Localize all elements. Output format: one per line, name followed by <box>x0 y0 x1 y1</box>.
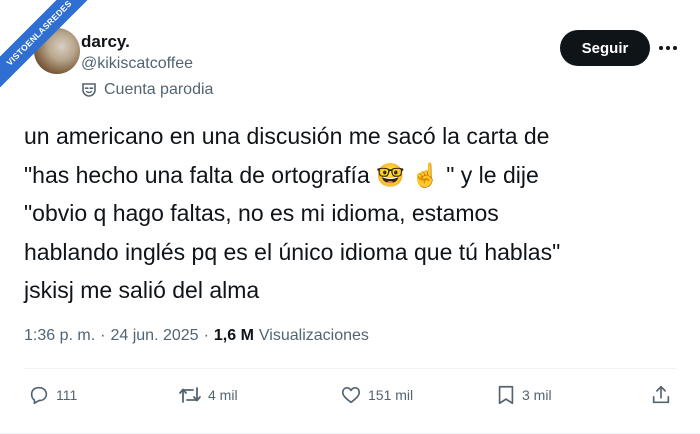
tweet-text: un americano en una discusión me sacó la… <box>24 117 674 310</box>
tweet-segment: " y le dije <box>439 161 539 188</box>
divider <box>24 368 676 369</box>
like-count: 151 mil <box>368 387 414 403</box>
tweet-line: jskisj me salió del alma <box>24 277 260 304</box>
bookmark-button[interactable]: 3 mil <box>496 384 552 406</box>
tweet-line: un americano en una discusión me sacó la… <box>24 123 550 149</box>
views-label: Visualizaciones <box>258 327 369 344</box>
share-icon <box>652 385 670 404</box>
tweet-time[interactable]: 1:36 p. m. <box>24 327 95 345</box>
tweet-date[interactable]: 24 jun. 2025 <box>110 327 198 345</box>
more-button[interactable] <box>656 36 680 60</box>
follow-button[interactable]: Seguir <box>560 30 650 66</box>
views-count: 1,6 M <box>213 327 254 344</box>
tweet-header: darcy. @kikiscatcoffee Cuenta parodia Se… <box>24 26 677 106</box>
meta-separator: · <box>203 327 209 344</box>
tweet-line: "obvio q hago faltas, no es mi idioma, e… <box>24 200 499 227</box>
pointing-up-emoji: ☝️ <box>411 161 440 188</box>
bookmark-icon <box>498 385 514 405</box>
share-button[interactable] <box>650 384 672 406</box>
tweet-meta: 1:36 p. m. · 24 jun. 2025 · 1,6 M Visual… <box>24 327 369 345</box>
bookmark-count: 3 mil <box>522 387 552 403</box>
like-icon <box>341 387 361 404</box>
parody-mask-icon <box>82 83 96 97</box>
more-icon <box>659 46 677 50</box>
repost-icon <box>179 387 201 403</box>
tweet-segment: "has hecho una falta de ortografía <box>24 161 377 188</box>
reply-icon <box>30 386 48 405</box>
meta-separator: · <box>100 327 106 344</box>
parody-badge: Cuenta parodia <box>81 81 213 99</box>
repost-button[interactable]: 4 mil <box>178 384 238 406</box>
nerd-face-emoji: 🤓 <box>376 161 405 188</box>
tweet-line: hablando inglés pq es el único idioma qu… <box>24 238 561 265</box>
action-bar: 111 4 mil 151 mil 3 mil <box>24 384 676 414</box>
tweet-line: "has hecho una falta de ortografía 🤓 ☝️ … <box>24 156 674 195</box>
user-handle[interactable]: @kikiscatcoffee <box>81 55 193 73</box>
reply-count: 111 <box>56 387 78 403</box>
like-button[interactable]: 151 mil <box>340 384 413 406</box>
parody-label: Cuenta parodia <box>104 81 214 98</box>
user-name[interactable]: darcy. <box>81 32 130 52</box>
reply-button[interactable]: 111 <box>28 384 77 406</box>
repost-count: 4 mil <box>208 387 238 403</box>
